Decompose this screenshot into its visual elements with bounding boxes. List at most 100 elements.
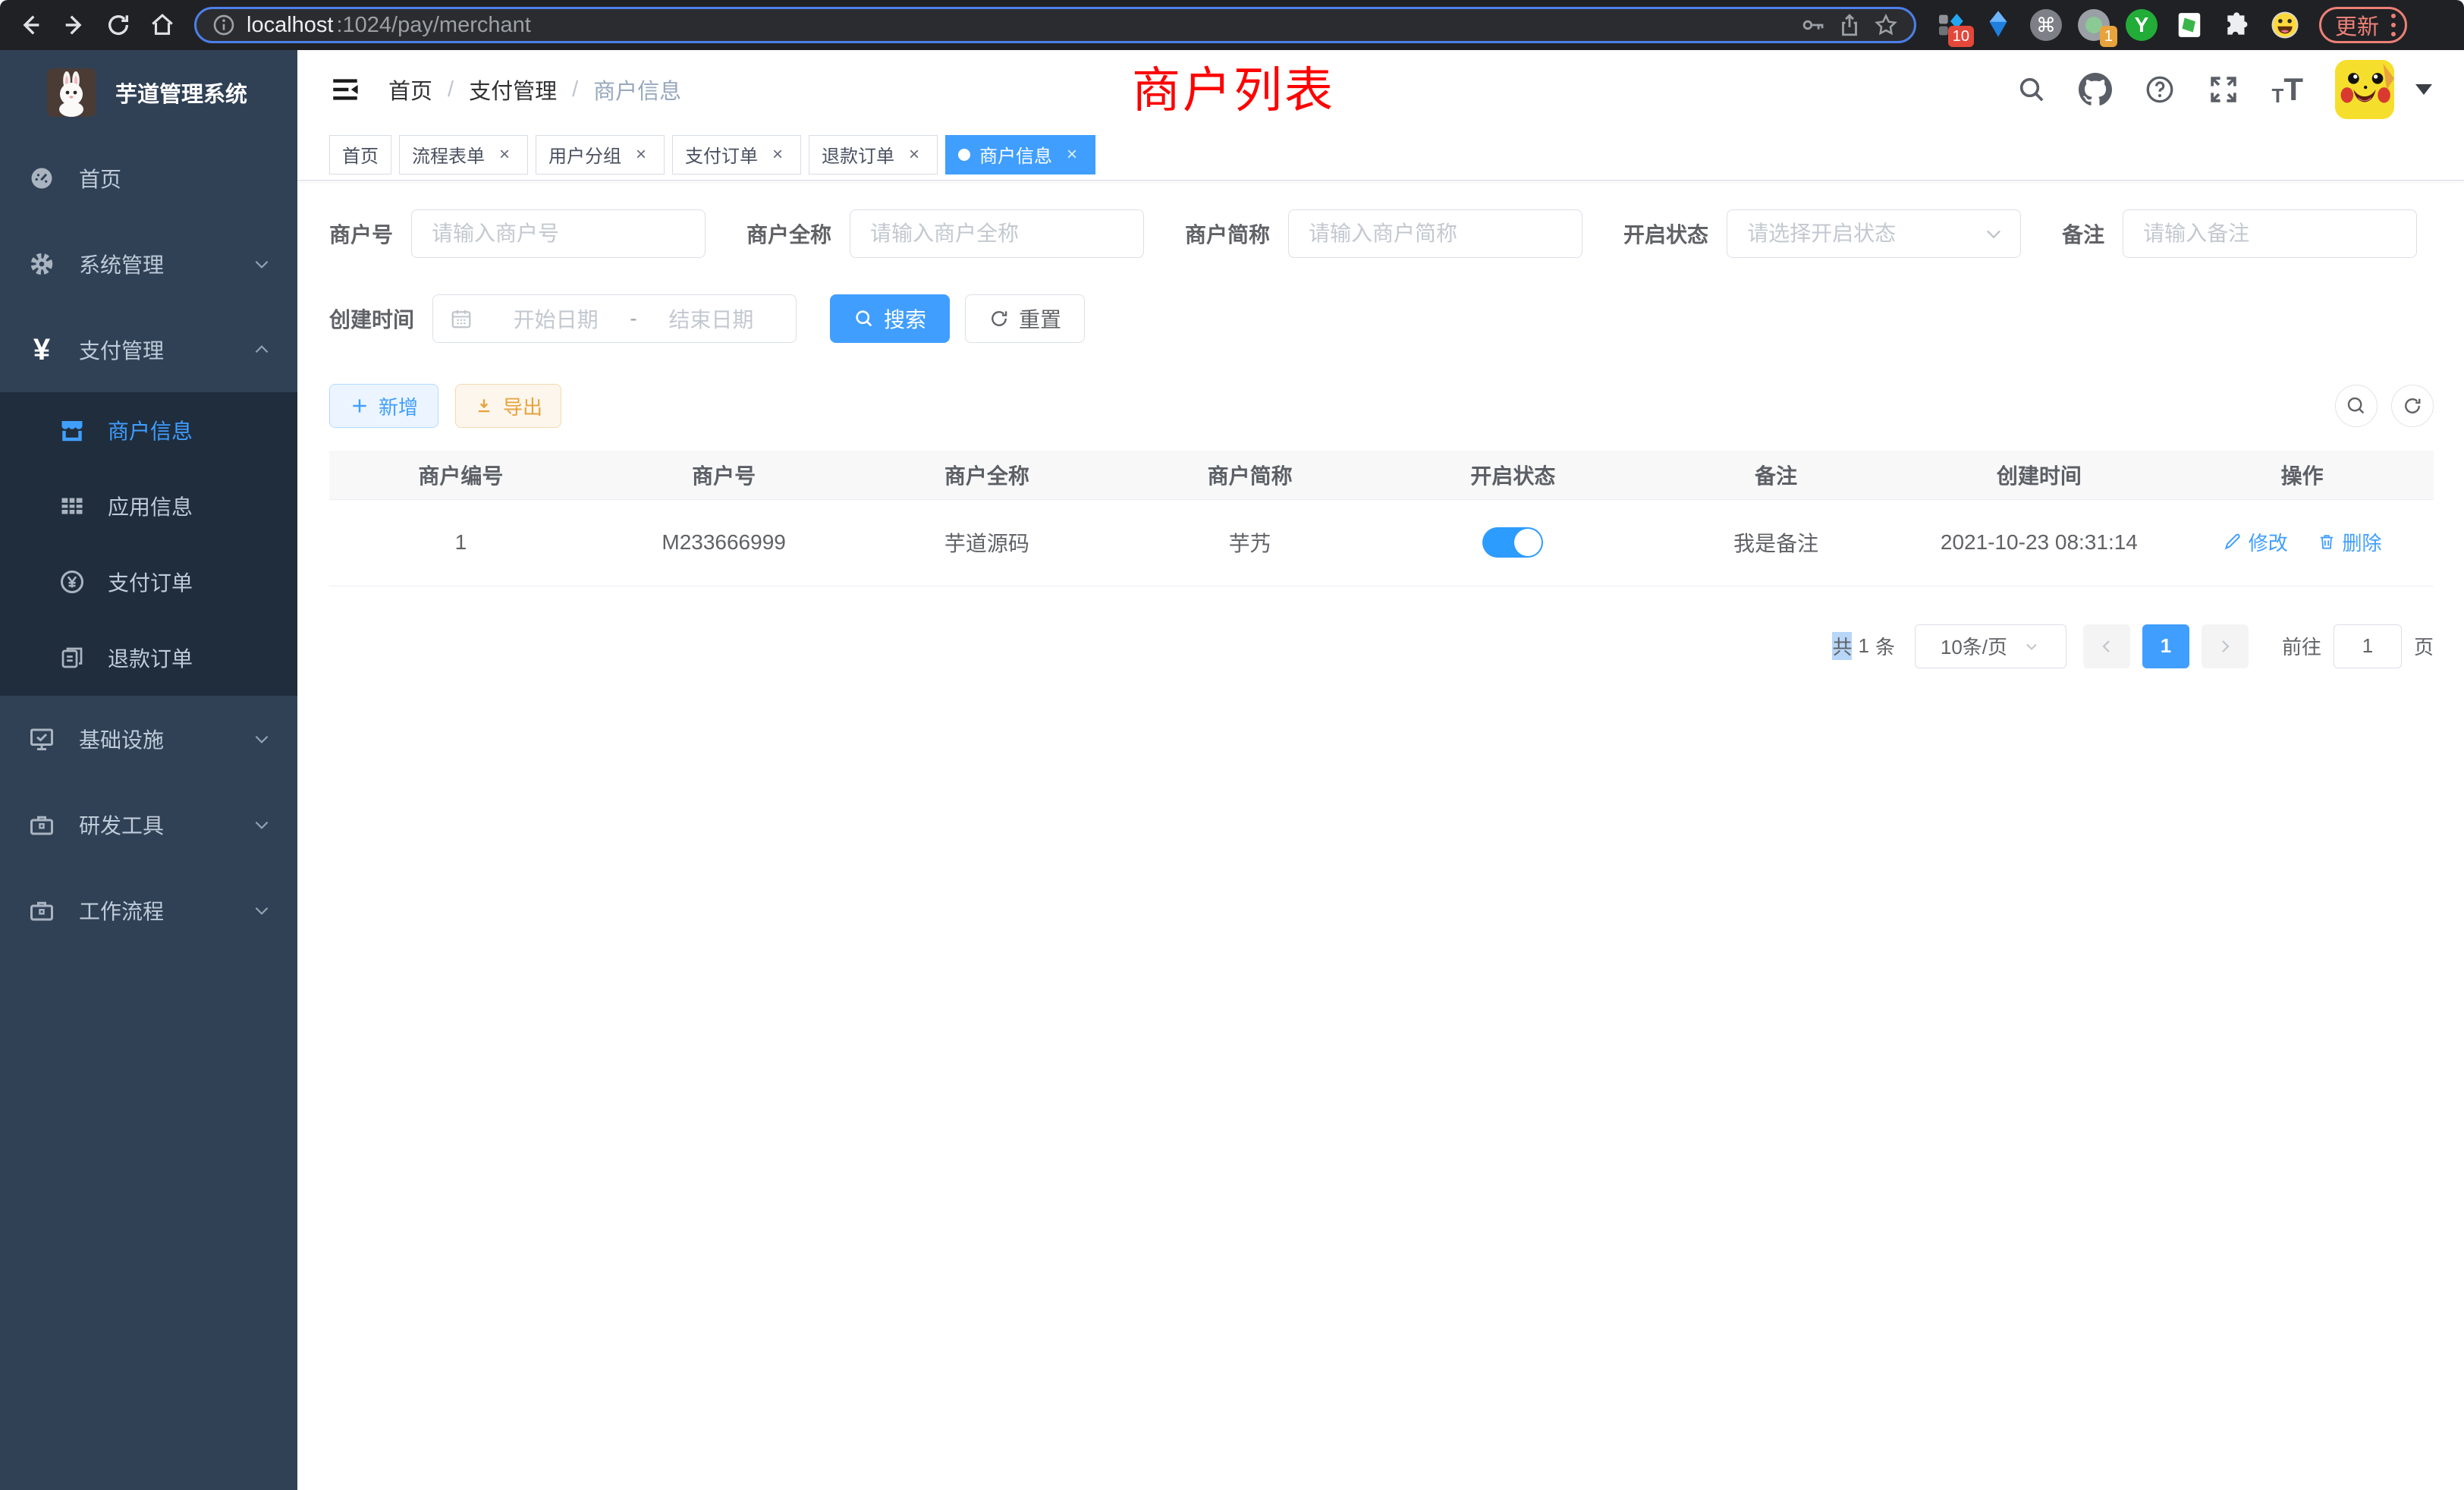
browser-menu-icon[interactable] — [2391, 14, 2396, 36]
close-icon[interactable]: × — [767, 144, 788, 165]
sidebar-toggle-icon[interactable] — [329, 74, 361, 105]
browser-home-button[interactable] — [143, 5, 182, 45]
tab-user-group[interactable]: 用户分组 × — [536, 135, 665, 174]
sidebar-item-refund-order[interactable]: 退款订单 — [0, 620, 297, 696]
address-bar[interactable]: localhost:1024/pay/merchant — [194, 7, 1916, 43]
close-icon[interactable]: × — [494, 144, 515, 165]
sidebar-item-label: 商户信息 — [108, 415, 272, 445]
sidebar-item-payment[interactable]: ¥ 支付管理 — [0, 306, 297, 392]
tab-pay-order[interactable]: 支付订单 × — [672, 135, 801, 174]
browser-back-button[interactable] — [11, 5, 50, 45]
merchant-name-label: 商户全称 — [746, 218, 831, 249]
extension-badge: 1 — [2100, 26, 2117, 47]
sidebar-logo-row[interactable]: 芋道管理系统 — [0, 50, 297, 135]
extension-emoji-icon[interactable] — [2268, 8, 2302, 42]
tab-merchant-info[interactable]: 商户信息 × — [945, 135, 1095, 174]
date-start-placeholder[interactable]: 开始日期 — [488, 303, 624, 334]
remark-input[interactable] — [2123, 209, 2417, 258]
close-icon[interactable]: × — [630, 144, 652, 165]
site-info-icon[interactable] — [212, 13, 236, 37]
delete-button[interactable]: 删除 — [2317, 528, 2382, 556]
pagination: 共 1 条 10条/页 1 前往 页 — [329, 624, 2434, 668]
next-page-button[interactable] — [2202, 624, 2249, 668]
close-icon[interactable]: × — [1061, 144, 1083, 165]
merchant-no-label: 商户号 — [329, 218, 393, 249]
url-path: :1024/pay/merchant — [336, 13, 530, 38]
github-icon[interactable] — [2079, 73, 2112, 106]
sidebar-item-home[interactable]: 首页 — [0, 135, 297, 221]
status-select[interactable] — [1727, 209, 2021, 258]
forward-icon — [61, 12, 87, 38]
chevron-down-icon — [252, 729, 272, 749]
home-icon — [149, 12, 175, 38]
edit-button[interactable]: 修改 — [2223, 528, 2288, 556]
search-button[interactable]: 搜索 — [830, 294, 950, 343]
tab-home[interactable]: 首页 — [329, 135, 391, 174]
browser-forward-button[interactable] — [55, 5, 94, 45]
plus-icon — [350, 396, 369, 416]
browser-toolbar: localhost:1024/pay/merchant 10 ⌘ 1 Y — [0, 0, 2464, 50]
extension-notes-icon[interactable] — [2172, 8, 2207, 42]
extension-recorder-icon[interactable]: 1 — [2076, 8, 2111, 42]
close-icon[interactable]: × — [904, 144, 925, 165]
tab-refund-order[interactable]: 退款订单 × — [809, 135, 938, 174]
extension-grid-icon[interactable]: 10 — [1933, 8, 1968, 42]
refresh-table-button[interactable] — [2391, 385, 2434, 427]
show-search-toggle-button[interactable] — [2335, 385, 2378, 427]
payment-submenu: 商户信息 应用信息 支付订单 — [0, 392, 297, 696]
merchant-no-input[interactable] — [411, 209, 706, 258]
sidebar-item-pay-order[interactable]: 支付订单 — [0, 544, 297, 620]
extension-command-icon[interactable]: ⌘ — [2029, 8, 2063, 42]
prev-page-button[interactable] — [2083, 624, 2130, 668]
export-button[interactable]: 导出 — [455, 384, 561, 428]
breadcrumb-section[interactable]: 支付管理 — [469, 74, 557, 105]
search-icon[interactable] — [2016, 74, 2047, 105]
fullscreen-icon[interactable] — [2208, 74, 2239, 105]
bookmark-star-icon[interactable] — [1873, 12, 1899, 38]
monitor-icon — [27, 725, 56, 753]
merchant-name-input[interactable] — [850, 209, 1144, 258]
reload-icon — [105, 12, 131, 38]
sidebar-item-label: 支付订单 — [108, 567, 272, 597]
sidebar-menu: 首页 系统管理 ¥ 支付管理 — [0, 135, 297, 953]
tab-process-form[interactable]: 流程表单 × — [399, 135, 528, 174]
page-size-select[interactable]: 10条/页 — [1915, 624, 2066, 668]
reset-button[interactable]: 重置 — [965, 294, 1085, 343]
font-size-icon[interactable]: TT — [2271, 74, 2303, 105]
add-button[interactable]: 新增 — [329, 384, 438, 428]
sidebar-item-workflow[interactable]: 工作流程 — [0, 867, 297, 953]
merchant-short-input[interactable] — [1288, 209, 1582, 258]
browser-update-button[interactable]: 更新 — [2319, 7, 2407, 43]
sidebar-item-infrastructure[interactable]: 基础设施 — [0, 696, 297, 781]
status-toggle[interactable] — [1482, 527, 1543, 558]
user-avatar[interactable] — [2335, 60, 2394, 119]
sidebar-item-dev-tools[interactable]: 研发工具 — [0, 781, 297, 867]
update-label: 更新 — [2335, 9, 2379, 41]
extensions-puzzle-icon[interactable] — [2220, 8, 2255, 42]
breadcrumb-home[interactable]: 首页 — [388, 74, 432, 105]
sidebar-item-label: 支付管理 — [79, 335, 229, 365]
filter-row-2: 创建时间 开始日期 - 结束日期 搜索 重置 — [329, 294, 2434, 343]
extension-kite-icon[interactable] — [1981, 8, 2016, 42]
extension-y-icon[interactable]: Y — [2124, 8, 2159, 42]
grid-icon — [58, 492, 86, 520]
share-icon[interactable] — [1837, 12, 1862, 38]
avatar-caret-icon[interactable] — [2415, 84, 2432, 95]
sidebar-item-app-info[interactable]: 应用信息 — [0, 468, 297, 544]
sidebar-item-merchant-info[interactable]: 商户信息 — [0, 392, 297, 468]
date-range-picker[interactable]: 开始日期 - 结束日期 — [432, 294, 797, 343]
sidebar-item-system[interactable]: 系统管理 — [0, 221, 297, 306]
browser-reload-button[interactable] — [99, 5, 138, 45]
app-title: 芋道管理系统 — [115, 77, 247, 108]
goto-page-input[interactable] — [2334, 624, 2402, 668]
refresh-icon — [2401, 395, 2424, 417]
date-end-placeholder[interactable]: 结束日期 — [643, 303, 779, 334]
chevron-down-icon — [2022, 637, 2041, 655]
help-icon[interactable] — [2144, 74, 2176, 105]
yen-circle-icon — [58, 568, 86, 596]
breadcrumb-current: 商户信息 — [593, 74, 681, 105]
extension-badge: 10 — [1948, 26, 1974, 47]
page-number-button[interactable]: 1 — [2142, 624, 2189, 668]
password-key-icon[interactable] — [1800, 12, 1826, 38]
refresh-icon — [988, 308, 1010, 329]
